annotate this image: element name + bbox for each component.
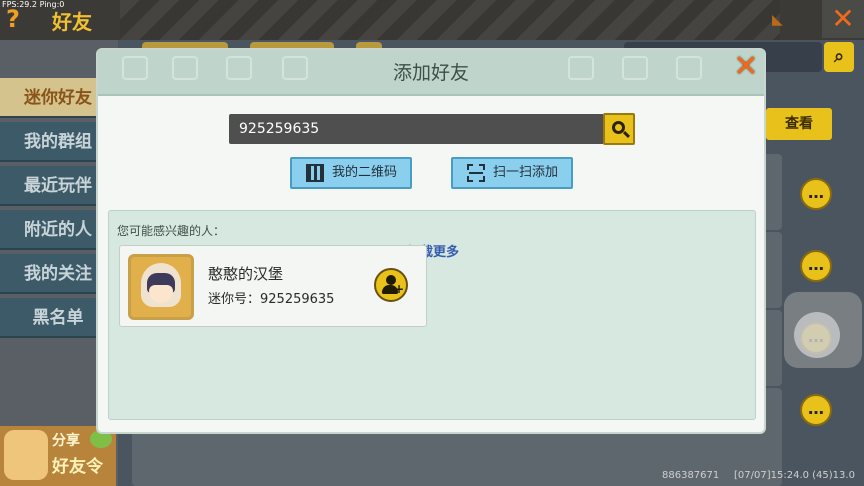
friend-code-label: 好友令 bbox=[52, 457, 103, 477]
chat-icon[interactable]: … bbox=[800, 394, 832, 426]
scan-add-label: 扫一扫添加 bbox=[493, 165, 559, 180]
avatar bbox=[128, 254, 194, 320]
chat-icon[interactable]: … bbox=[800, 178, 832, 210]
my-qr-code-button[interactable]: 我的二维码 bbox=[290, 157, 412, 189]
wechat-icon bbox=[90, 430, 112, 448]
share-friend-code-button[interactable]: 分享 好友令 bbox=[0, 426, 116, 486]
search-icon[interactable]: ⌕ bbox=[824, 42, 854, 72]
suggestions-panel: 您可能感兴趣的人： 加载更多 憨憨的汉堡 迷你号：925259635 + bbox=[108, 210, 756, 420]
player-id-readout: 886387671 bbox=[662, 470, 720, 481]
my-qr-code-label: 我的二维码 bbox=[332, 165, 398, 180]
dialog-title: 添加好友 bbox=[392, 62, 469, 84]
mini-id-search-input[interactable] bbox=[229, 114, 603, 144]
signal-icon: ◣ bbox=[772, 12, 783, 28]
close-dialog-icon[interactable]: ✕ bbox=[732, 52, 760, 82]
scan-add-button[interactable]: 扫一扫添加 bbox=[451, 157, 573, 189]
add-friend-button[interactable]: + bbox=[374, 268, 408, 302]
chat-icon[interactable]: … bbox=[800, 250, 832, 282]
person-name: 憨憨的汉堡 bbox=[208, 265, 284, 283]
game-logo-icon bbox=[4, 430, 48, 480]
close-icon[interactable]: ✕ bbox=[822, 0, 864, 38]
page-title: 好友 bbox=[52, 10, 92, 34]
plus-icon: + bbox=[394, 282, 405, 296]
floating-control-knob[interactable] bbox=[794, 312, 840, 358]
suggested-person-card[interactable]: 憨憨的汉堡 迷你号：925259635 + bbox=[119, 245, 427, 327]
dialog-header: 添加好友 ✕ bbox=[98, 50, 764, 96]
suggestions-heading: 您可能感兴趣的人： bbox=[117, 224, 226, 238]
top-bar: FPS:29.2 Ping:0 ? 好友 ◣ ✕ bbox=[0, 0, 864, 40]
qr-code-icon bbox=[306, 164, 324, 182]
search-icon-handle bbox=[622, 130, 631, 139]
question-icon[interactable]: ? bbox=[6, 6, 20, 32]
scan-icon bbox=[467, 164, 485, 182]
person-mini-id: 迷你号：925259635 bbox=[208, 292, 335, 307]
share-label: 分享 bbox=[52, 433, 80, 449]
search-button[interactable] bbox=[603, 113, 635, 145]
view-button[interactable]: 查看 bbox=[766, 108, 832, 140]
timestamp-readout: [07/07]15:24.0 (45)13.0 bbox=[734, 470, 855, 481]
add-friend-dialog: 添加好友 ✕ 我的二维码 扫一扫添加 您可能感兴趣的人： 加载更多 憨憨的汉堡 … bbox=[98, 50, 764, 432]
top-bar-pattern bbox=[120, 0, 780, 40]
